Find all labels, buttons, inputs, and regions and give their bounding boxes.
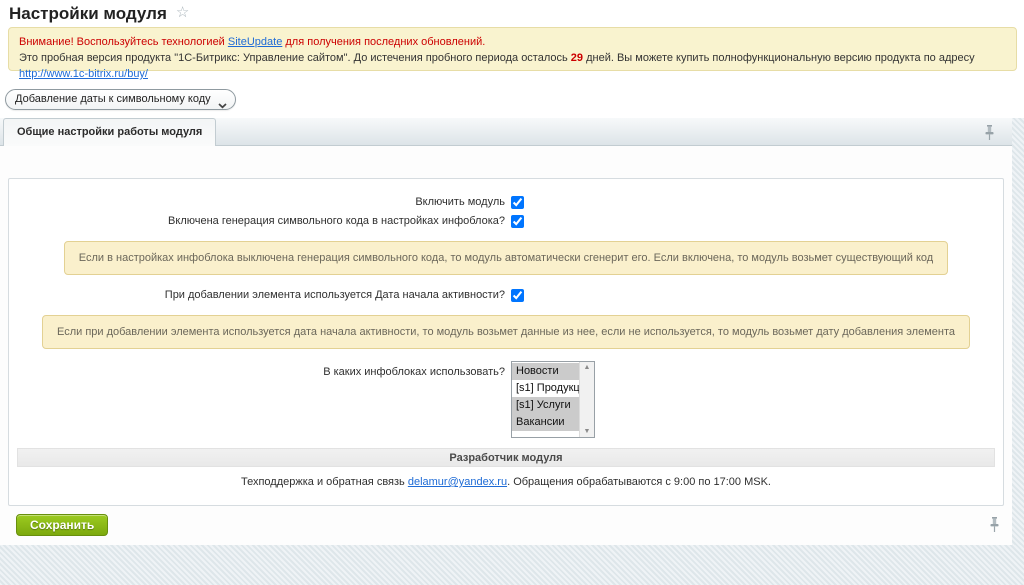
form-row-infoblocks: В каких инфоблоках использовать? Новости… (9, 361, 1003, 438)
developer-section-header: Разработчик модуля (17, 448, 995, 467)
trial-notice-box: Внимание! Воспользуйтесь технологией Sit… (8, 27, 1017, 71)
form-row-enable-module: Включить модуль (9, 194, 1003, 210)
active-date-note: Если при добавлении элемента используетс… (42, 315, 970, 349)
pin-icon[interactable] (983, 124, 996, 144)
list-item[interactable]: [s1] Продукция (512, 380, 579, 397)
warning-text-suffix: для получения последних обновлений. (282, 36, 485, 48)
support-line: Техподдержка и обратная связь delamur@ya… (9, 476, 1003, 488)
favorite-star-icon[interactable]: ☆ (176, 4, 189, 21)
trial-version-line: Это пробная версия продукта "1С-Битрикс:… (19, 50, 1006, 82)
support-hours-text: Обращения обрабатываются с 9:00 по 17:00… (513, 476, 771, 488)
support-text: Техподдержка и обратная связь (241, 476, 408, 488)
active-date-label: При добавлении элемента используется Дат… (9, 287, 505, 303)
tab-general-settings[interactable]: Общие настройки работы модуля (3, 118, 216, 146)
tab-bar: Общие настройки работы модуля (0, 118, 1012, 146)
note-row-1: Если в настройках инфоблока выключена ге… (9, 241, 1003, 275)
trial-text: Это пробная версия продукта "1С-Битрикс:… (19, 52, 571, 64)
enable-module-checkbox[interactable] (511, 196, 524, 209)
list-item[interactable]: Новости (512, 363, 579, 380)
form-row-active-date: При добавлении элемента используется Дат… (9, 287, 1003, 303)
update-warning-line: Внимание! Воспользуйтесь технологией Sit… (19, 34, 1006, 50)
page-title: Настройки модуля ☆ (9, 3, 189, 24)
support-email-link[interactable]: delamur@yandex.ru (408, 476, 507, 488)
list-item[interactable]: Вакансии (512, 414, 579, 431)
save-button[interactable]: Сохранить (16, 514, 108, 536)
infoblocks-multiselect[interactable]: Новости [s1] Продукция [s1] Услуги Вакан… (511, 361, 595, 438)
scroll-up-icon[interactable]: ▲ (584, 364, 591, 371)
list-item[interactable]: [s1] Услуги (512, 397, 579, 414)
module-selector-value: Добавление даты к символьному коду (15, 93, 211, 105)
pin-icon-bottom[interactable] (988, 516, 1001, 536)
symbolic-code-checkbox[interactable] (511, 215, 524, 228)
note-row-2: Если при добавлении элемента используетс… (9, 315, 1003, 349)
module-selector-dropdown[interactable]: Добавление даты к символьному коду (5, 89, 236, 110)
days-left-count: 29 (571, 52, 583, 64)
settings-panel: Включить модуль Включена генерация симво… (0, 146, 1012, 545)
page-title-text: Настройки модуля (9, 4, 167, 23)
symbolic-code-note: Если в настройках инфоблока выключена ге… (64, 241, 948, 275)
page-background-right (1012, 118, 1024, 545)
active-date-checkbox[interactable] (511, 289, 524, 302)
buy-link[interactable]: http://www.1c-bitrix.ru/buy/ (19, 68, 148, 80)
infoblocks-options: Новости [s1] Продукция [s1] Услуги Вакан… (512, 362, 579, 437)
warning-text: Внимание! Воспользуйтесь технологией (19, 36, 228, 48)
symbolic-code-label: Включена генерация символьного кода в на… (9, 213, 505, 229)
scroll-down-icon[interactable]: ▼ (584, 428, 591, 435)
infoblocks-label: В каких инфоблоках использовать? (9, 361, 505, 380)
page-background-bottom (0, 545, 1024, 585)
siteupdate-link[interactable]: SiteUpdate (228, 36, 282, 48)
enable-module-label: Включить модуль (9, 194, 505, 210)
form-row-symbolic-code: Включена генерация символьного кода в на… (9, 213, 1003, 229)
settings-form: Включить модуль Включена генерация симво… (8, 178, 1004, 506)
listbox-scrollbar[interactable]: ▲ ▼ (579, 362, 594, 437)
trial-text-2: дней. Вы можете купить полнофункциональн… (583, 52, 975, 64)
chevron-down-icon (218, 97, 227, 116)
